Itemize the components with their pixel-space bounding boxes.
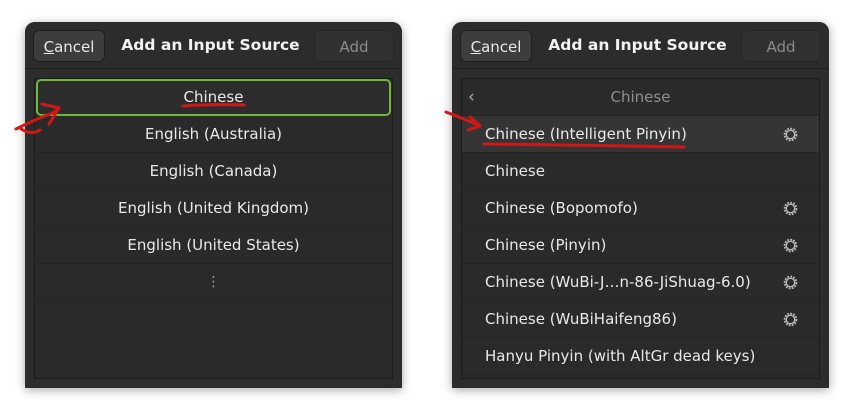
gear-icon[interactable] [782, 311, 799, 328]
header-bar: Cancel Add an Input Source Add [452, 22, 829, 69]
cancel-label: Cancel [470, 38, 522, 56]
add-button[interactable]: Add [314, 30, 394, 62]
add-input-source-dialog-language: Cancel Add an Input Source Add Chinese E… [25, 22, 402, 388]
cancel-button[interactable]: Cancel [460, 30, 532, 62]
cancel-button[interactable]: Cancel [33, 30, 105, 62]
source-item-label: Chinese (WuBiHaifeng86) [485, 310, 677, 328]
dialog-title: Add an Input Source [548, 36, 727, 54]
back-row[interactable]: ‹ Chinese [462, 79, 819, 116]
source-item-chinese[interactable]: Chinese [462, 153, 819, 190]
language-list: Chinese English (Australia) English (Can… [34, 78, 393, 379]
source-item-bopomofo[interactable]: Chinese (Bopomofo) [462, 190, 819, 227]
more-languages-button[interactable]: ⋮ [35, 264, 392, 301]
source-item-label: Hanyu Pinyin (with AltGr dead keys) [485, 347, 756, 365]
source-item-label: Chinese (WuBi-J…n-86-JiShuag-6.0) [485, 273, 751, 291]
chevron-left-icon: ‹ [468, 87, 475, 107]
add-button[interactable]: Add [741, 30, 821, 62]
gear-icon[interactable] [782, 237, 799, 254]
language-item-english-uk[interactable]: English (United Kingdom) [35, 190, 392, 227]
add-input-source-dialog-source: Cancel Add an Input Source Add ‹ Chinese… [452, 22, 829, 388]
source-item-wubi-jishuag[interactable]: Chinese (WuBi-J…n-86-JiShuag-6.0) [462, 264, 819, 301]
language-item-english-us[interactable]: English (United States) [35, 227, 392, 264]
source-item-pinyin[interactable]: Chinese (Pinyin) [462, 227, 819, 264]
gear-icon[interactable] [782, 200, 799, 217]
source-item-wubihaifeng86[interactable]: Chinese (WuBiHaifeng86) [462, 301, 819, 338]
cancel-label: Cancel [43, 38, 95, 56]
dialog-title: Add an Input Source [121, 36, 300, 54]
language-item-english-australia[interactable]: English (Australia) [35, 116, 392, 153]
source-item-label: Chinese (Pinyin) [485, 236, 607, 254]
back-row-label: Chinese [610, 88, 671, 106]
source-item-hanyu-pinyin-altgr[interactable]: Hanyu Pinyin (with AltGr dead keys) [462, 338, 819, 375]
source-item-label: Chinese (Bopomofo) [485, 199, 638, 217]
input-source-list: ‹ Chinese Chinese (Intelligent Pinyin) C… [461, 78, 820, 379]
source-item-intelligent-pinyin[interactable]: Chinese (Intelligent Pinyin) [462, 116, 819, 153]
language-item-english-canada[interactable]: English (Canada) [35, 153, 392, 190]
header-bar: Cancel Add an Input Source Add [25, 22, 402, 69]
language-item-chinese[interactable]: Chinese [36, 79, 391, 116]
source-item-label: Chinese (Intelligent Pinyin) [485, 125, 687, 143]
gear-icon[interactable] [782, 274, 799, 291]
source-item-label: Chinese [485, 162, 545, 180]
gear-icon[interactable] [782, 126, 799, 143]
